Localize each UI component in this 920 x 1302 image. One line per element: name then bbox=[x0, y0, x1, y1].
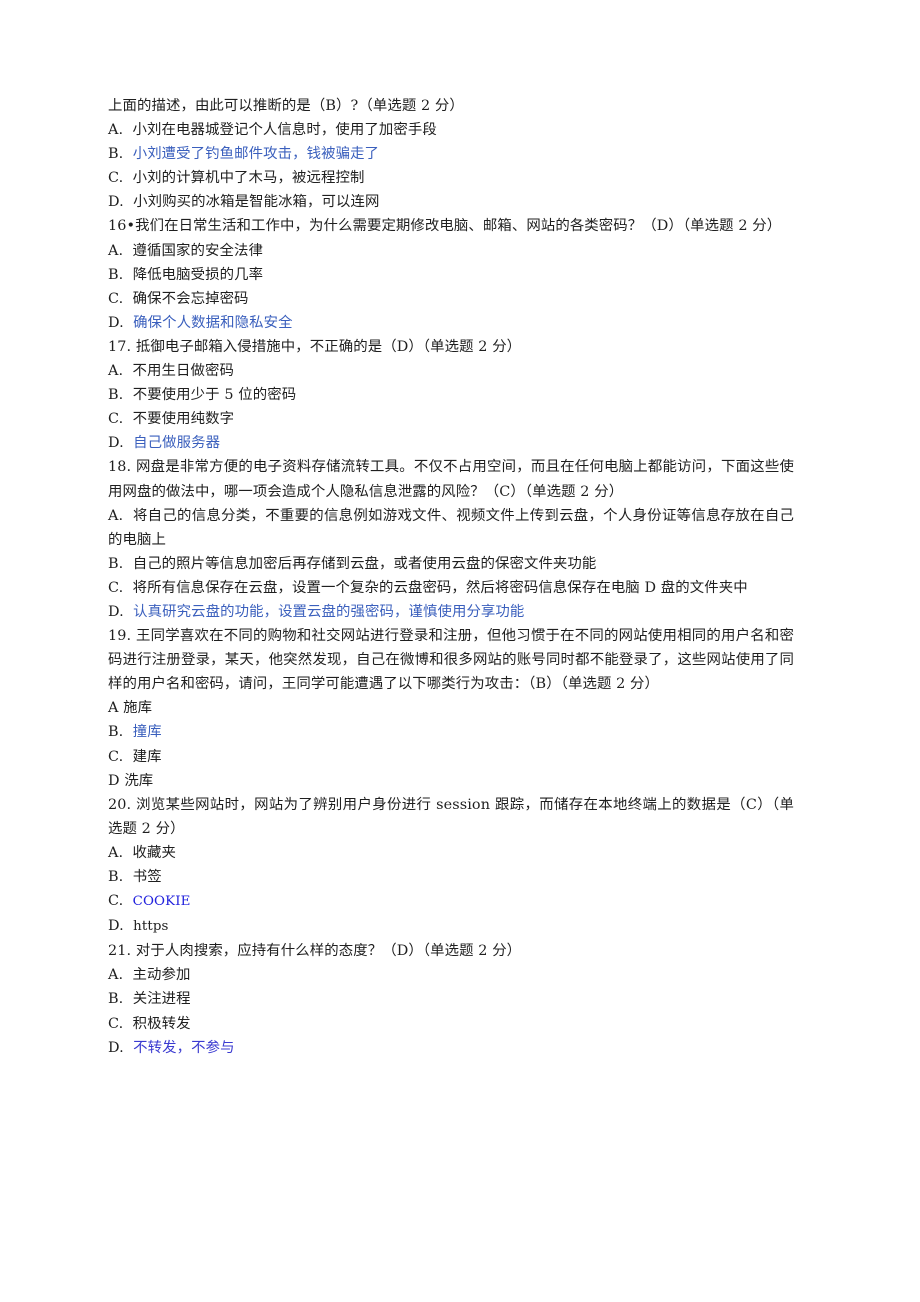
question-stem: 18. 网盘是非常方便的电子资料存储流转工具。不仅不占用空间，而且在任何电脑上都… bbox=[108, 459, 794, 500]
question-stem: 21. 对于人肉搜索，应持有什么样的态度？（D）（单选题 2 分） bbox=[108, 943, 522, 960]
answer-option: A. 小刘在电器城登记个人信息时，使用了加密手段 bbox=[108, 118, 794, 142]
option-text: 自己的照片等信息加密后再存储到云盘，或者使用云盘的保密文件夹功能 bbox=[132, 555, 597, 572]
answer-option: C. 积极转发 bbox=[108, 1012, 794, 1036]
option-text: 关注进程 bbox=[132, 991, 191, 1008]
option-text: 收藏夹 bbox=[132, 844, 176, 861]
option-text-correct: 认真研究云盘的功能，设置云盘的强密码，谨慎使用分享功能 bbox=[133, 603, 525, 620]
option-letter: B. bbox=[108, 555, 133, 572]
question-stem: 16•我们在日常生活和工作中，为什么需要定期修改电脑、邮箱、网站的各类密码？（D… bbox=[108, 218, 782, 235]
option-text: 将所有信息保存在云盘，设置一个复杂的云盘密码，然后将密码信息保存在电脑 D 盘的… bbox=[132, 579, 748, 596]
answer-option: D. 小刘购买的冰箱是智能冰箱，可以连网 bbox=[108, 190, 794, 214]
option-text: 小刘的计算机中了木马，被远程控制 bbox=[132, 170, 365, 187]
answer-option: C. 不要使用纯数字 bbox=[108, 407, 794, 431]
option-letter: D. bbox=[108, 918, 134, 935]
answer-option: C. 建库 bbox=[108, 745, 794, 769]
option-letter: A. bbox=[108, 507, 133, 524]
answer-option: A. 主动参加 bbox=[108, 963, 794, 987]
option-text: 不要使用纯数字 bbox=[132, 411, 235, 428]
question-stem: 20. 浏览某些网站时，网站为了辨别用户身份进行 session 跟踪，而储存在… bbox=[108, 796, 794, 837]
option-letter: B. bbox=[108, 266, 133, 283]
answer-option: B. 书签 bbox=[108, 865, 794, 889]
option-letter: A. bbox=[108, 967, 133, 984]
option-text: 不要使用少于 5 位的密码 bbox=[132, 387, 297, 404]
document-body: 上面的描述，由此可以推断的是（B）?（单选题 2 分） A. 小刘在电器城登记个人… bbox=[108, 94, 794, 1060]
answer-option: D. https bbox=[108, 914, 794, 939]
option-text: 确保不会忘掉密码 bbox=[132, 290, 249, 307]
option-text: 小刘在电器城登记个人信息时，使用了加密手段 bbox=[132, 122, 437, 139]
option-text: 洗库 bbox=[124, 772, 154, 789]
answer-option: C. 确保不会忘掉密码 bbox=[108, 287, 794, 311]
option-letter: C. bbox=[108, 411, 133, 428]
option-text-correct: 确保个人数据和隐私安全 bbox=[133, 314, 293, 331]
option-letter: C. bbox=[108, 893, 133, 910]
option-letter: D. bbox=[108, 435, 134, 452]
question-stem: 17. 抵御电子邮箱入侵措施中，不正确的是（D）（单选题 2 分） bbox=[108, 338, 522, 355]
option-letter: B. bbox=[108, 724, 133, 741]
answer-option: A. 收藏夹 bbox=[108, 841, 794, 865]
answer-option: C. 将所有信息保存在云盘，设置一个复杂的云盘密码，然后将密码信息保存在电脑 D… bbox=[108, 576, 794, 600]
answer-option: B. 关注进程 bbox=[108, 987, 794, 1011]
option-letter: A. bbox=[108, 122, 133, 139]
answer-option: B. 自己的照片等信息加密后再存储到云盘，或者使用云盘的保密文件夹功能 bbox=[108, 552, 794, 576]
option-text: 主动参加 bbox=[132, 967, 191, 984]
option-text: 小刘购买的冰箱是智能冰箱，可以连网 bbox=[133, 194, 380, 211]
answer-option: C. COOKIE bbox=[108, 889, 794, 914]
option-letter: A. bbox=[108, 242, 133, 259]
answer-option: B. 不要使用少于 5 位的密码 bbox=[108, 383, 794, 407]
option-letter: B. bbox=[108, 387, 133, 404]
option-text: 施库 bbox=[123, 700, 153, 717]
option-text: https bbox=[133, 919, 169, 935]
option-letter: C. bbox=[108, 579, 133, 596]
question-stem: 19. 王同学喜欢在不同的购物和社交网站进行登录和注册，但他习惯于在不同的网站使… bbox=[108, 628, 794, 693]
option-text-correct: 撞库 bbox=[132, 724, 162, 741]
option-letter: C. bbox=[108, 748, 133, 765]
option-text-correct: 小刘遭受了钓鱼邮件攻击，钱被骗走了 bbox=[132, 146, 380, 163]
answer-option: D. 认真研究云盘的功能，设置云盘的强密码，谨慎使用分享功能 bbox=[108, 600, 794, 624]
option-text: 积极转发 bbox=[132, 1015, 191, 1032]
option-text-correct: COOKIE bbox=[132, 894, 191, 910]
option-text: 降低电脑受损的几率 bbox=[132, 266, 264, 283]
option-letter: A bbox=[108, 700, 124, 717]
question-stem: 上面的描述，由此可以推断的是（B）?（单选题 2 分） bbox=[108, 98, 464, 114]
answer-option: B. 降低电脑受损的几率 bbox=[108, 263, 794, 287]
answer-option: D. 不转发，不参与 bbox=[108, 1036, 794, 1060]
answer-option: C. 小刘的计算机中了木马，被远程控制 bbox=[108, 166, 794, 190]
answer-option: D 洗库 bbox=[108, 769, 794, 793]
option-text: 不用生日做密码 bbox=[132, 363, 234, 380]
answer-option: B. 撞库 bbox=[108, 720, 794, 744]
option-text-correct: 不转发，不参与 bbox=[133, 1039, 235, 1056]
option-text: 建库 bbox=[132, 748, 162, 765]
option-text-correct: 自己做服务器 bbox=[133, 435, 221, 452]
option-letter: B. bbox=[108, 991, 133, 1008]
option-letter: D. bbox=[108, 603, 134, 620]
option-letter: C. bbox=[108, 1015, 133, 1032]
option-letter: A. bbox=[108, 363, 133, 380]
option-letter: D. bbox=[108, 1039, 134, 1056]
option-letter: A. bbox=[108, 844, 133, 861]
answer-option: A 施库 bbox=[108, 696, 794, 720]
answer-option: A. 将自己的信息分类，不重要的信息例如游戏文件、视频文件上传到云盘，个人身份证… bbox=[108, 504, 794, 552]
answer-option: A. 遵循国家的安全法律 bbox=[108, 239, 794, 263]
option-letter: D bbox=[108, 772, 125, 789]
option-letter: B. bbox=[108, 869, 133, 885]
option-letter: C. bbox=[108, 170, 133, 187]
option-letter: D. bbox=[108, 314, 134, 331]
option-text: 书签 bbox=[132, 869, 162, 885]
answer-option: B. 小刘遭受了钓鱼邮件攻击，钱被骗走了 bbox=[108, 142, 794, 166]
option-text: 将自己的信息分类，不重要的信息例如游戏文件、视频文件上传到云盘，个人身份证等信息… bbox=[108, 507, 795, 548]
option-text: 遵循国家的安全法律 bbox=[132, 242, 263, 259]
option-letter: C. bbox=[108, 290, 133, 307]
answer-option: D. 自己做服务器 bbox=[108, 431, 794, 455]
answer-option: A. 不用生日做密码 bbox=[108, 359, 794, 383]
option-letter: B. bbox=[108, 146, 133, 163]
answer-option: D. 确保个人数据和隐私安全 bbox=[108, 311, 794, 335]
option-letter: D. bbox=[108, 194, 134, 211]
